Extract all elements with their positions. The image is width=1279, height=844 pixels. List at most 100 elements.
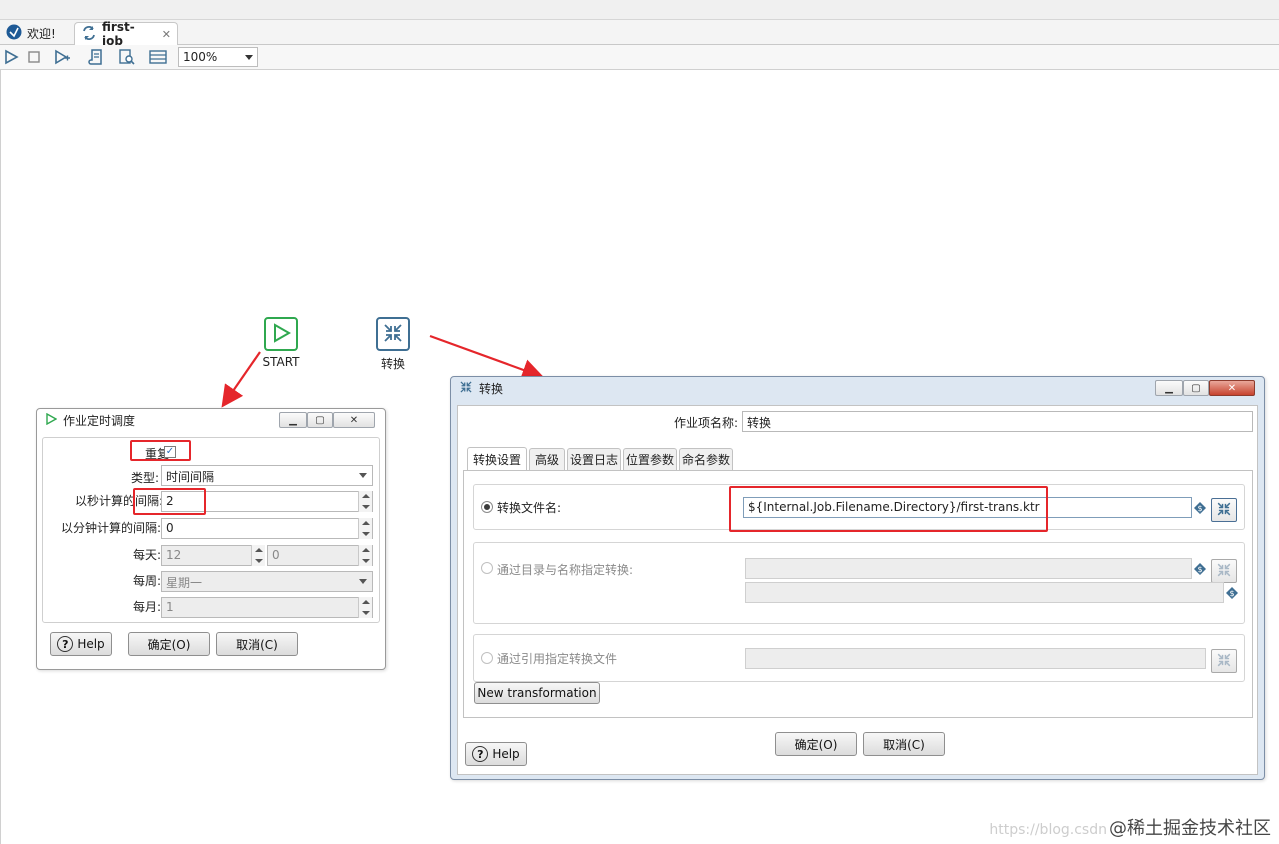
tab-label: 高级 bbox=[534, 453, 559, 467]
help-button-label: Help bbox=[492, 747, 520, 761]
svg-text:$: $ bbox=[1197, 565, 1202, 574]
ok-button[interactable]: 确定(O) bbox=[128, 632, 210, 656]
tab-advanced[interactable]: 高级 bbox=[529, 448, 565, 470]
monthly-value: 1 bbox=[166, 600, 174, 614]
browse-repository-button[interactable] bbox=[1211, 559, 1237, 583]
tab-named-params[interactable]: 命名参数 bbox=[679, 448, 733, 470]
seconds-interval-label: 以秒计算的间隔: bbox=[74, 494, 163, 508]
repeat-checkbox[interactable]: ✓ bbox=[164, 446, 176, 458]
variable-icon[interactable]: $ bbox=[1194, 563, 1206, 575]
watermark-url: https://blog.csdn bbox=[989, 822, 1107, 838]
daily-hour-input[interactable]: 12 bbox=[161, 545, 265, 566]
help-button[interactable]: ? Help bbox=[50, 632, 112, 656]
watermark-text: @稀土掘金技术社区 bbox=[1109, 818, 1271, 839]
minutes-interval-label: 以分钟计算的间隔: bbox=[60, 521, 161, 535]
transformation-dialog: 转换 ▁ ▢ ✕ 作业项名称: 转换 转换设置 高级 设置日志 位置参数 命名参… bbox=[450, 376, 1265, 780]
type-select[interactable]: 时间间隔 bbox=[161, 465, 373, 486]
help-icon: ? bbox=[57, 636, 74, 652]
monthly-stepper[interactable] bbox=[358, 597, 372, 618]
transformation-dialog-body: 作业项名称: 转换 转换设置 高级 设置日志 位置参数 命名参数 转换文件名: … bbox=[457, 405, 1258, 775]
cancel-button-label: 取消(C) bbox=[236, 637, 278, 652]
reference-option-label: 通过引用指定转换文件 bbox=[497, 652, 618, 666]
maximize-button[interactable]: ▢ bbox=[307, 412, 333, 428]
tab-transform-settings[interactable]: 转换设置 bbox=[467, 447, 527, 471]
schedule-dialog-title: 作业定时调度 bbox=[63, 413, 136, 428]
close-button[interactable]: ✕ bbox=[333, 412, 375, 428]
type-label: 类型: bbox=[130, 471, 159, 485]
minimize-button[interactable]: ▁ bbox=[279, 412, 307, 428]
tab-label: 转换设置 bbox=[472, 453, 521, 467]
transformation-icon bbox=[1216, 501, 1232, 520]
settings-tabs: 转换设置 高级 设置日志 位置参数 命名参数 转换文件名: ${Internal… bbox=[463, 447, 1253, 718]
arrow-to-transformation-dialog bbox=[429, 334, 545, 381]
directory-option-label: 通过目录与名称指定转换: bbox=[497, 563, 634, 577]
weekly-label: 每周: bbox=[132, 574, 161, 588]
browse-transformation-button[interactable] bbox=[1211, 498, 1237, 522]
schedule-dialog: 作业定时调度 ▁ ▢ ✕ 重复: ✓ 类型: 时间间隔 以秒计算的间隔: 2 以… bbox=[36, 408, 386, 670]
tab-label: 设置日志 bbox=[569, 453, 618, 467]
chevron-down-icon bbox=[355, 465, 371, 486]
monthly-label: 每月: bbox=[132, 600, 161, 614]
help-icon: ? bbox=[472, 746, 489, 762]
reference-option-radio[interactable] bbox=[481, 652, 493, 664]
transformation-name-input[interactable] bbox=[745, 582, 1224, 603]
seconds-interval-input[interactable]: 2 bbox=[161, 491, 373, 512]
filename-value: ${Internal.Job.Filename.Directory}/first… bbox=[748, 500, 1040, 514]
tab-positional-params[interactable]: 位置参数 bbox=[623, 448, 677, 470]
file-option-label: 转换文件名: bbox=[497, 501, 562, 515]
entry-name-input[interactable]: 转换 bbox=[742, 411, 1253, 432]
close-button[interactable]: ✕ bbox=[1209, 380, 1255, 396]
minimize-icon: ▁ bbox=[1165, 382, 1173, 394]
ok-button-label: 确定(O) bbox=[147, 637, 191, 652]
minimize-icon: ▁ bbox=[289, 414, 297, 426]
cancel-button[interactable]: 取消(C) bbox=[863, 732, 945, 756]
ok-button-label: 确定(O) bbox=[794, 737, 838, 752]
maximize-icon: ▢ bbox=[315, 414, 325, 426]
tab-label: 命名参数 bbox=[681, 453, 730, 467]
filename-input[interactable]: ${Internal.Job.Filename.Directory}/first… bbox=[743, 497, 1192, 518]
minutes-stepper[interactable] bbox=[358, 518, 372, 539]
help-button[interactable]: ? Help bbox=[465, 742, 527, 766]
transformation-icon bbox=[1216, 652, 1232, 671]
transformation-icon bbox=[459, 380, 473, 397]
help-button-label: Help bbox=[77, 637, 105, 651]
seconds-interval-value: 2 bbox=[166, 494, 174, 508]
daily-hour-stepper[interactable] bbox=[251, 545, 265, 566]
cancel-button[interactable]: 取消(C) bbox=[216, 632, 298, 656]
minutes-interval-value: 0 bbox=[166, 521, 174, 535]
weekly-select[interactable]: 星期一 bbox=[161, 571, 373, 592]
weekly-value: 星期一 bbox=[166, 576, 203, 590]
maximize-icon: ▢ bbox=[1191, 382, 1201, 394]
transformation-dialog-title: 转换 bbox=[479, 381, 504, 396]
daily-minute-stepper[interactable] bbox=[358, 545, 372, 566]
maximize-button[interactable]: ▢ bbox=[1183, 380, 1209, 396]
transformation-icon bbox=[1216, 562, 1232, 581]
watermark: https://blog.csdn @稀土掘金技术社区 bbox=[989, 814, 1271, 840]
entry-name-value: 转换 bbox=[747, 416, 772, 430]
directory-option-radio[interactable] bbox=[481, 562, 493, 574]
variable-icon[interactable]: $ bbox=[1194, 502, 1206, 514]
chevron-down-icon bbox=[355, 571, 371, 592]
transformation-dialog-titlebar: 转换 bbox=[451, 377, 1264, 399]
monthly-input[interactable]: 1 bbox=[161, 597, 373, 618]
close-icon: ✕ bbox=[1227, 382, 1237, 394]
svg-text:$: $ bbox=[1197, 504, 1202, 513]
play-icon bbox=[45, 412, 58, 428]
minimize-button[interactable]: ▁ bbox=[1155, 380, 1183, 396]
arrow-to-schedule bbox=[221, 351, 261, 408]
tab-logging[interactable]: 设置日志 bbox=[567, 448, 621, 470]
daily-minute-value: 0 bbox=[272, 548, 280, 562]
entry-name-label: 作业项名称: bbox=[673, 416, 738, 430]
type-value: 时间间隔 bbox=[166, 470, 215, 484]
directory-input[interactable] bbox=[745, 558, 1192, 579]
ok-button[interactable]: 确定(O) bbox=[775, 732, 857, 756]
file-option-radio[interactable] bbox=[481, 501, 493, 513]
close-icon: ✕ bbox=[349, 414, 359, 426]
tab-label: 位置参数 bbox=[625, 453, 674, 467]
browse-reference-button[interactable] bbox=[1211, 649, 1237, 673]
seconds-stepper[interactable] bbox=[358, 491, 372, 512]
new-transformation-button[interactable]: New transformation bbox=[474, 682, 600, 704]
minutes-interval-input[interactable]: 0 bbox=[161, 518, 373, 539]
reference-input[interactable] bbox=[745, 648, 1206, 669]
variable-icon[interactable]: $ bbox=[1226, 587, 1238, 599]
